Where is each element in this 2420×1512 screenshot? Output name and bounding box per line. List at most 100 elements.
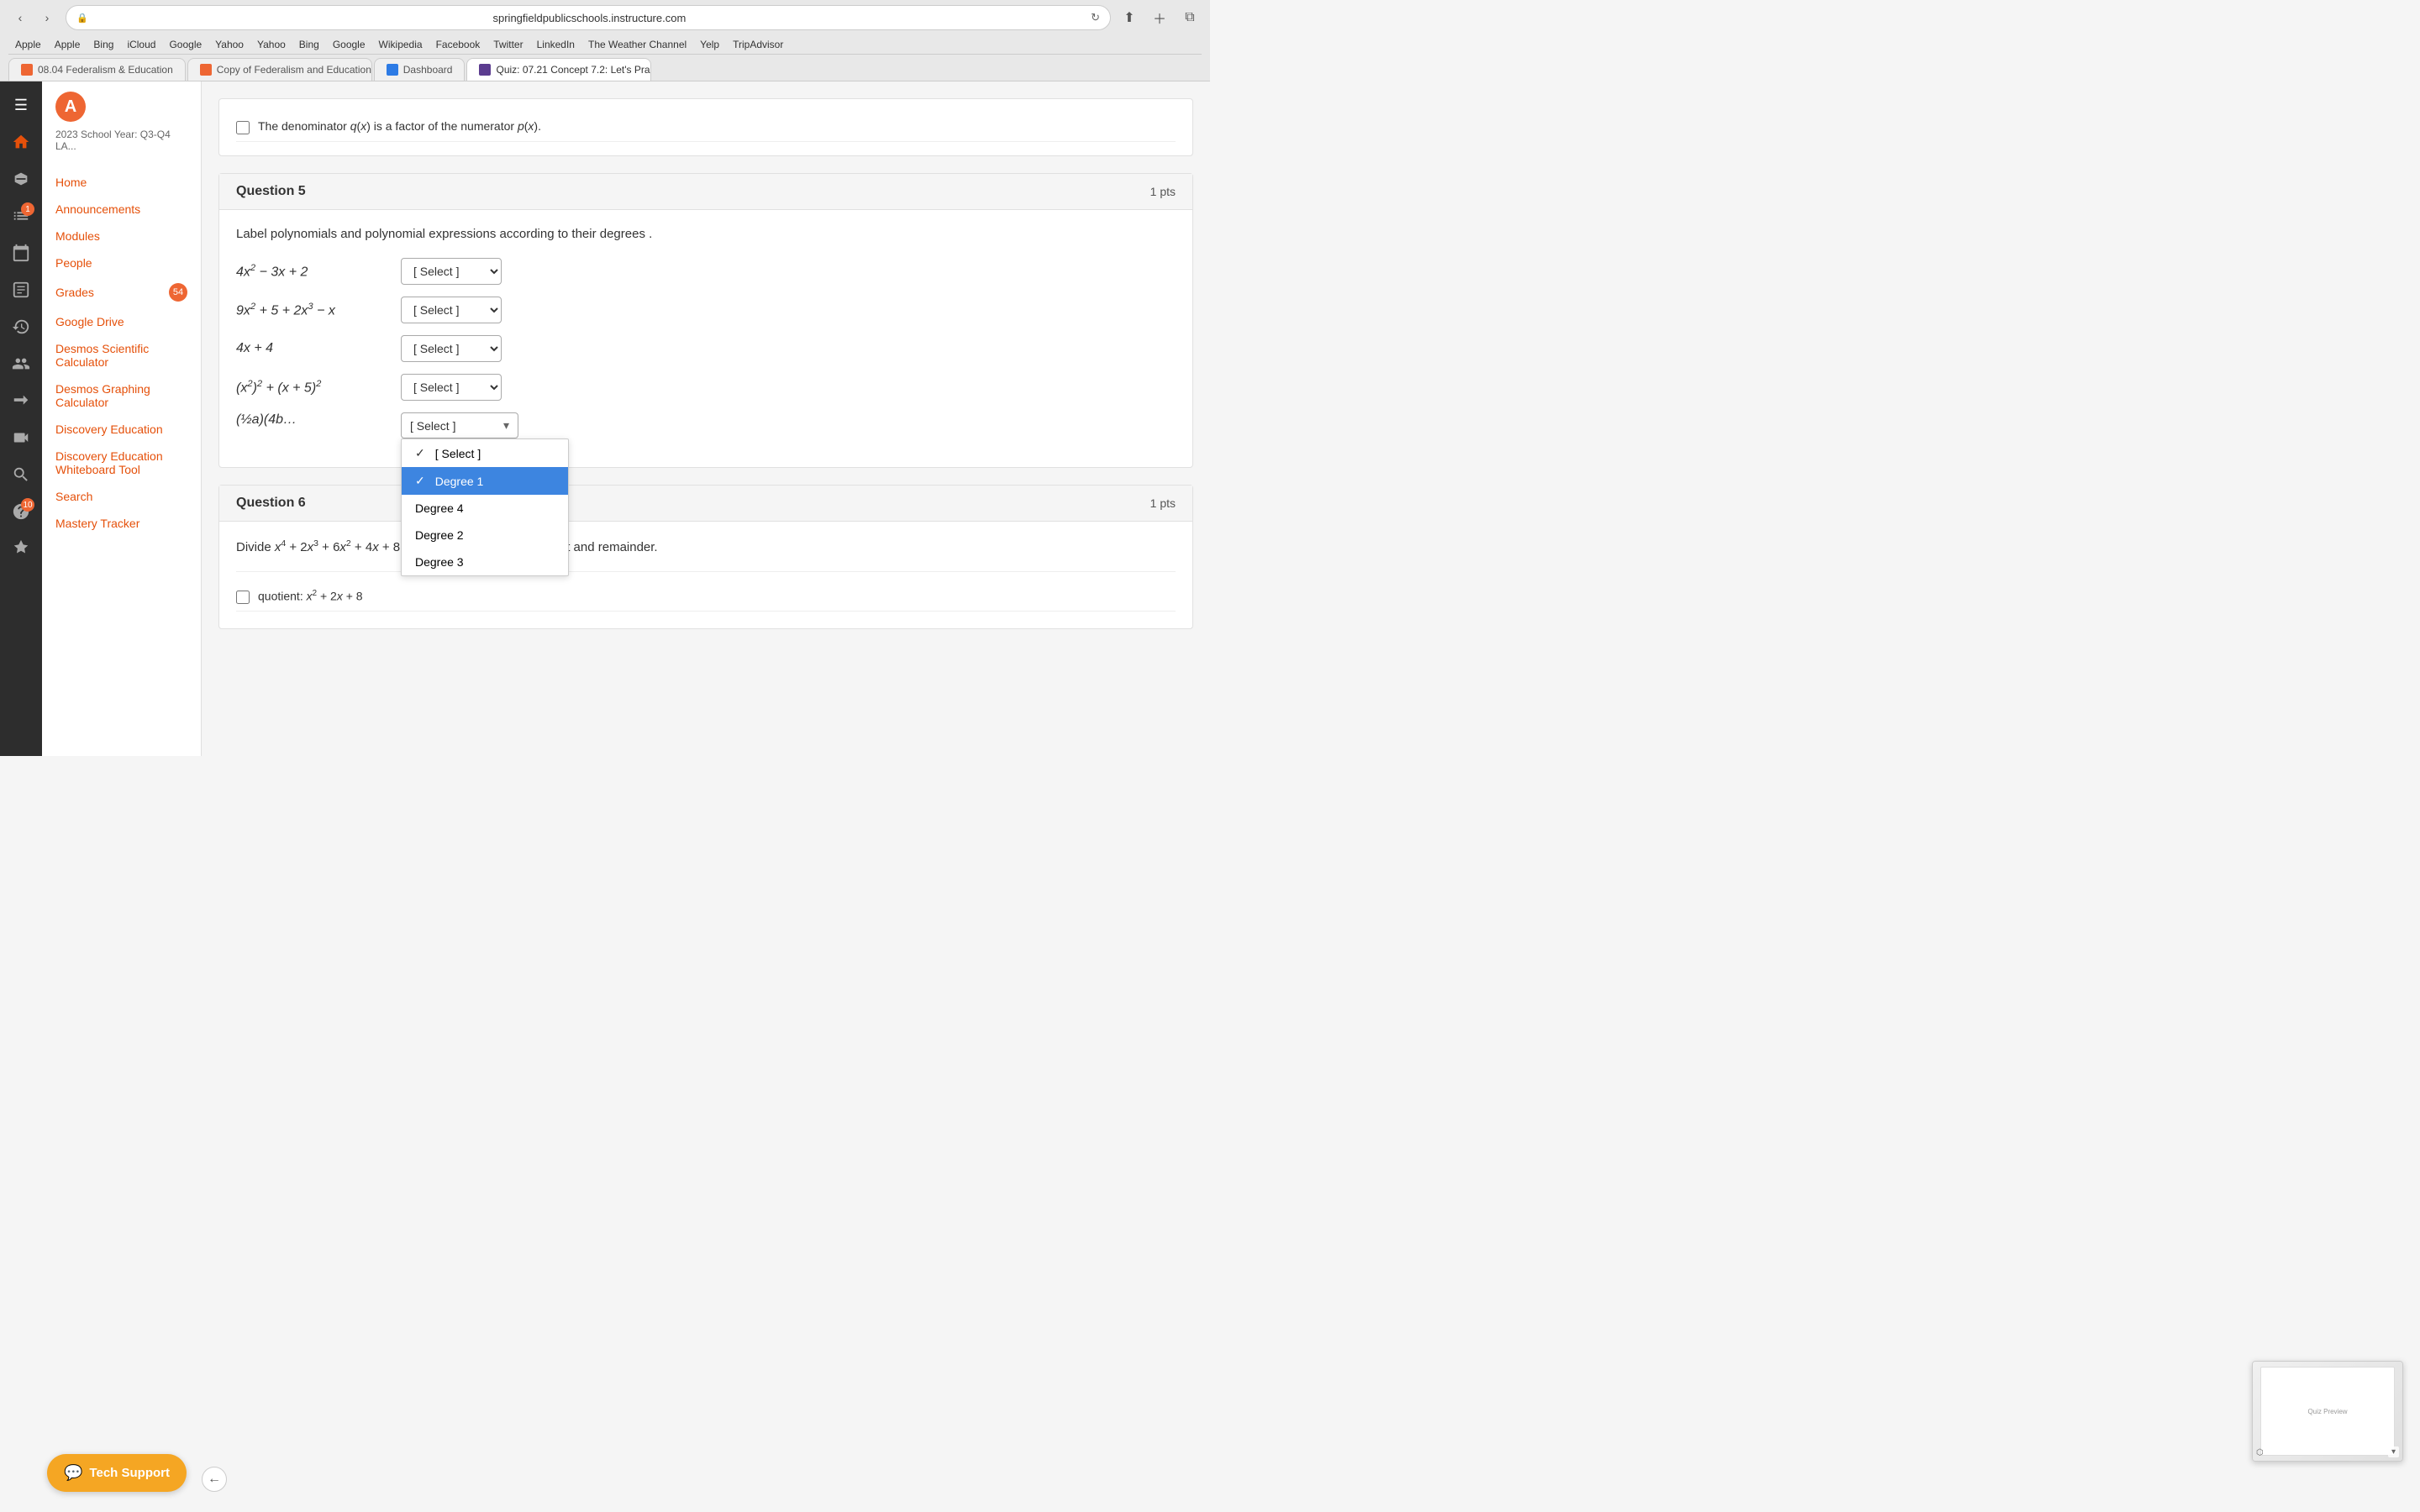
option-degree2[interactable]: Degree 2	[402, 522, 568, 549]
announcement-icon[interactable]	[4, 162, 38, 196]
refresh-icon[interactable]: ↻	[1091, 11, 1100, 24]
select-2[interactable]: [ Select ] Degree 1 Degree 2 Degree 3 De…	[401, 297, 502, 323]
denominator-label: The denominator q(x) is a factor of the …	[258, 119, 541, 133]
bookmark-tripadvisor[interactable]: TripAdvisor	[733, 39, 783, 50]
sidebar-item-modules[interactable]: Modules	[42, 223, 201, 249]
bookmark-twitter[interactable]: Twitter	[493, 39, 523, 50]
expr-1: 4x2 − 3x + 2	[236, 263, 387, 280]
bookmark-google1[interactable]: Google	[169, 39, 202, 50]
option-label-degree3: Degree 3	[415, 555, 464, 569]
bookmark-yahoo2[interactable]: Yahoo	[257, 39, 286, 50]
quotient-checkbox[interactable]	[236, 591, 250, 604]
preview-expand-icon[interactable]: ⬡	[2256, 1448, 2264, 1457]
back-button[interactable]: ‹	[8, 6, 32, 29]
tab-label-quiz: Quiz: 07.21 Concept 7.2: Let's Practice!	[496, 64, 651, 76]
preview-content: Quiz Preview	[2253, 1362, 2402, 1461]
video-icon[interactable]	[4, 421, 38, 454]
search-icon[interactable]	[4, 458, 38, 491]
sidebar-item-announcements[interactable]: Announcements	[42, 196, 201, 223]
tab-venn[interactable]: Copy of Federalism and Education Venn Di…	[187, 58, 372, 81]
tab-label-dashboard: Dashboard	[403, 64, 453, 76]
bookmark-apple2[interactable]: Apple	[55, 39, 81, 50]
option-label-placeholder: [ Select ]	[435, 447, 481, 460]
sidebar-label-mastery: Mastery Tracker	[55, 517, 139, 530]
math-row-5: (½a)(4b… [ Select ] [ Select ]	[236, 412, 1176, 438]
option-select-placeholder[interactable]: [ Select ]	[402, 439, 568, 467]
sidebar-item-search[interactable]: Search	[42, 483, 201, 510]
groups-icon[interactable]	[4, 347, 38, 381]
icon-sidebar: ☰ 1 10	[0, 81, 42, 756]
sidebar-label-discovery-ed: Discovery Education	[55, 423, 163, 436]
help-icon[interactable]: 10	[4, 495, 38, 528]
new-tab-icon[interactable]: ＋	[1148, 6, 1171, 29]
option-degree3[interactable]: Degree 3	[402, 549, 568, 575]
sidebar-label-grades: Grades	[55, 286, 94, 299]
tab-quiz[interactable]: Quiz: 07.21 Concept 7.2: Let's Practice!	[466, 58, 651, 81]
option-degree1[interactable]: Degree 1	[402, 467, 568, 495]
url-text: springfieldpublicschools.instructure.com	[93, 12, 1086, 24]
home-icon[interactable]	[4, 125, 38, 159]
tab-dashboard[interactable]: Dashboard	[374, 58, 466, 81]
sidebar-item-desmos-graph[interactable]: Desmos Graphing Calculator	[42, 375, 201, 416]
select-5-trigger[interactable]: [ Select ]	[401, 412, 518, 438]
question6-text: Divide x4 + 2x3 + 6x2 + 4x + 8 by x2 + 2…	[236, 538, 1176, 554]
address-bar[interactable]: 🔒 springfieldpublicschools.instructure.c…	[66, 5, 1111, 30]
bookmark-yahoo1[interactable]: Yahoo	[215, 39, 244, 50]
forward-button[interactable]: ›	[35, 6, 59, 29]
bookmark-bing2[interactable]: Bing	[299, 39, 319, 50]
question6-pts: 1 pts	[1150, 496, 1176, 510]
bookmark-icloud[interactable]: iCloud	[127, 39, 155, 50]
sidebar-item-people[interactable]: People	[42, 249, 201, 276]
math-row-1: 4x2 − 3x + 2 [ Select ] Degree 1 Degree …	[236, 258, 1176, 285]
option-degree4[interactable]: Degree 4	[402, 495, 568, 522]
tab-favicon-quiz	[479, 64, 491, 76]
sidebar-item-mastery[interactable]: Mastery Tracker	[42, 510, 201, 537]
tabs-icon[interactable]: ⧉	[1178, 6, 1202, 29]
question6-title: Question 6	[236, 496, 306, 511]
bookmark-google2[interactable]: Google	[333, 39, 366, 50]
tabs-bar: 08.04 Federalism & Education Copy of Fed…	[8, 55, 1202, 81]
sidebar-item-grades[interactable]: Grades 54	[42, 276, 201, 308]
share-icon[interactable]: ⬆	[1118, 6, 1141, 29]
sidebar-item-desmos-sci[interactable]: Desmos Scientific Calculator	[42, 335, 201, 375]
select-4[interactable]: [ Select ] Degree 1 Degree 2 Degree 3 De…	[401, 374, 502, 401]
tech-support-button[interactable]: 💬 Tech Support	[47, 1454, 187, 1492]
grades-icon[interactable]	[4, 273, 38, 307]
sidebar-item-discovery-whiteboard[interactable]: Discovery Education Whiteboard Tool	[42, 443, 201, 483]
sidebar-item-discovery-ed[interactable]: Discovery Education	[42, 416, 201, 443]
tab-favicon-federalism	[21, 64, 33, 76]
sidebar-label-desmos-sci: Desmos Scientific Calculator	[55, 342, 187, 369]
calendar-icon[interactable]	[4, 236, 38, 270]
question6-body: Divide x4 + 2x3 + 6x2 + 4x + 8 by x2 + 2…	[219, 522, 1192, 628]
sidebar-item-google-drive[interactable]: Google Drive	[42, 308, 201, 335]
bookmark-facebook[interactable]: Facebook	[436, 39, 481, 50]
course-logo: A	[55, 92, 86, 122]
bookmark-wikipedia[interactable]: Wikipedia	[379, 39, 423, 50]
question6-header: Question 6 1 pts	[219, 486, 1192, 522]
bookmark-bing1[interactable]: Bing	[93, 39, 113, 50]
collapse-sidebar-button[interactable]: ←	[202, 1467, 227, 1492]
tab-favicon-dashboard	[387, 64, 398, 76]
apps-icon[interactable]	[4, 532, 38, 565]
sidebar-label-discovery-whiteboard: Discovery Education Whiteboard Tool	[55, 449, 187, 476]
bookmark-apple1[interactable]: Apple	[15, 39, 41, 50]
preview-close-icon[interactable]: ▾	[2388, 1446, 2399, 1457]
select-3[interactable]: [ Select ] Degree 1 Degree 2 Degree 3 De…	[401, 335, 502, 362]
tab-federalism[interactable]: 08.04 Federalism & Education	[8, 58, 186, 81]
menu-icon[interactable]: ☰	[4, 88, 38, 122]
bookmark-weather[interactable]: The Weather Channel	[588, 39, 687, 50]
history-icon[interactable]	[4, 310, 38, 344]
course-header: A 2023 School Year: Q3-Q4 LA...	[42, 81, 201, 162]
question5-pts: 1 pts	[1150, 185, 1176, 198]
bookmark-linkedin[interactable]: LinkedIn	[537, 39, 575, 50]
import-icon[interactable]	[4, 384, 38, 417]
denominator-checkbox[interactable]	[236, 121, 250, 134]
bookmark-yelp[interactable]: Yelp	[700, 39, 719, 50]
modules-icon[interactable]: 1	[4, 199, 38, 233]
option-label-degree4: Degree 4	[415, 501, 464, 515]
expr-3: 4x + 4	[236, 341, 387, 356]
expr-5: (½a)(4b…	[236, 412, 387, 428]
sidebar-item-home[interactable]: Home	[42, 169, 201, 196]
question5-header: Question 5 1 pts	[219, 174, 1192, 210]
select-1[interactable]: [ Select ] Degree 1 Degree 2 Degree 3 De…	[401, 258, 502, 285]
